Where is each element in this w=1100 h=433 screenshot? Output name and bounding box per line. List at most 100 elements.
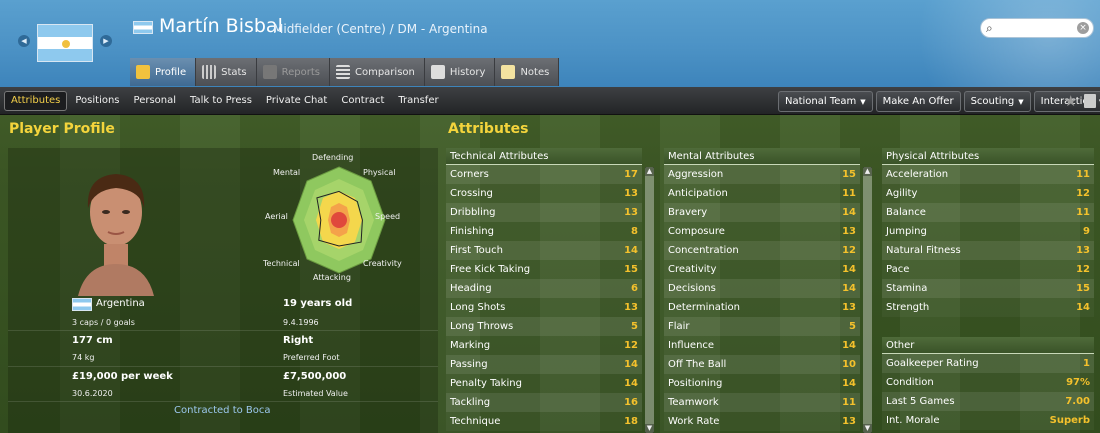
attribute-row[interactable]: Goalkeeper Rating 1: [882, 354, 1094, 373]
attribute-row[interactable]: Teamwork 11: [664, 393, 860, 412]
argentina-flag-icon: [37, 24, 93, 62]
attribute-row[interactable]: Marking 12: [446, 336, 642, 355]
subnav-talk-to-press[interactable]: Talk to Press: [184, 91, 258, 111]
attribute-name: Free Kick Taking: [450, 264, 531, 275]
radar-label-technical: Technical: [263, 259, 300, 268]
nationality-flag-icon: [72, 298, 92, 311]
tab-history[interactable]: History: [424, 58, 496, 86]
attribute-row[interactable]: Heading 6: [446, 279, 642, 298]
preferred-foot: Right: [283, 335, 314, 346]
radar-label-aerial: Aerial: [265, 212, 288, 221]
attribute-row[interactable]: Concentration 12: [664, 241, 860, 260]
attribute-row[interactable]: Pace 12: [882, 260, 1094, 279]
attribute-row[interactable]: Aggression 15: [664, 165, 860, 184]
attribute-row[interactable]: Last 5 Games 7.00: [882, 392, 1094, 411]
make-an-offer-button[interactable]: Make An Offer: [875, 91, 961, 112]
attribute-row[interactable]: Natural Fitness 13: [882, 241, 1094, 260]
tab-notes[interactable]: Notes: [495, 58, 560, 86]
tab-stats[interactable]: Stats: [196, 58, 257, 86]
attribute-row[interactable]: Strength 14: [882, 298, 1094, 317]
history-icon: [430, 65, 445, 79]
clear-search-icon[interactable]: ×: [1077, 22, 1089, 34]
subnav-private-chat[interactable]: Private Chat: [260, 91, 333, 111]
attribute-row[interactable]: Agility 12: [882, 184, 1094, 203]
attribute-name: Agility: [886, 188, 918, 199]
tab-reports[interactable]: Reports: [256, 58, 330, 86]
attribute-name: Strength: [886, 302, 930, 313]
attribute-value: 13: [842, 226, 856, 237]
contract-expiry: 30.6.2020: [72, 389, 113, 398]
scroll-up-icon[interactable]: ▲: [863, 167, 872, 176]
attribute-row[interactable]: Work Rate 13: [664, 412, 860, 431]
attribute-row[interactable]: Jumping 9: [882, 222, 1094, 241]
subnav-attributes[interactable]: Attributes: [4, 91, 68, 111]
attribute-row[interactable]: Creativity 14: [664, 260, 860, 279]
subnav-personal[interactable]: Personal: [128, 91, 183, 111]
attribute-row[interactable]: Free Kick Taking 15: [446, 260, 642, 279]
attribute-name: Long Shots: [450, 302, 506, 313]
attribute-row[interactable]: Condition 97%: [882, 373, 1094, 392]
subnav-transfer[interactable]: Transfer: [392, 91, 444, 111]
attribute-value: 13: [624, 207, 638, 218]
attribute-row[interactable]: Penalty Taking 14: [446, 374, 642, 393]
attribute-value: 11: [842, 397, 856, 408]
nationality[interactable]: Argentina: [96, 298, 145, 309]
forward-arrow-icon[interactable]: ▶: [100, 35, 112, 47]
technical-scrollbar[interactable]: ▲ ▼: [645, 167, 654, 433]
scroll-up-icon[interactable]: ▲: [645, 167, 654, 176]
back-arrow-icon[interactable]: ◀: [18, 35, 30, 47]
attribute-row[interactable]: Acceleration 11: [882, 165, 1094, 184]
tab-comparison[interactable]: Comparison: [329, 58, 425, 86]
scroll-down-icon[interactable]: ▼: [863, 424, 872, 433]
attribute-value: 9: [1083, 226, 1090, 237]
subnav-positions[interactable]: Positions: [69, 91, 125, 111]
attribute-row[interactable]: Determination 13: [664, 298, 860, 317]
divider: [8, 401, 438, 402]
attribute-row[interactable]: First Touch 14: [446, 241, 642, 260]
attribute-name: Crossing: [450, 188, 493, 199]
attribute-row[interactable]: Dribbling 13: [446, 203, 642, 222]
attribute-row[interactable]: Corners 17: [446, 165, 642, 184]
attribute-row[interactable]: Influence 14: [664, 336, 860, 355]
estimated-value-label: Estimated Value: [283, 389, 348, 398]
attribute-row[interactable]: Tackling 16: [446, 393, 642, 412]
attribute-row[interactable]: Stamina 15: [882, 279, 1094, 298]
attribute-name: Creativity: [668, 264, 717, 275]
attribute-name: Technique: [450, 416, 501, 427]
attribute-row[interactable]: Flair 5: [664, 317, 860, 336]
attribute-row[interactable]: Passing 14: [446, 355, 642, 374]
star-icon[interactable]: ★: [1064, 92, 1077, 110]
print-icon[interactable]: [1084, 94, 1096, 108]
national-team-dropdown[interactable]: National Team ▼: [778, 91, 873, 112]
attribute-name: Long Throws: [450, 321, 514, 332]
search-input[interactable]: ⌕ ×: [980, 18, 1094, 38]
attribute-row[interactable]: Balance 11: [882, 203, 1094, 222]
attribute-row[interactable]: Crossing 13: [446, 184, 642, 203]
attribute-name: Off The Ball: [668, 359, 727, 370]
attribute-row[interactable]: Int. Morale Superb: [882, 411, 1094, 430]
attribute-name: Teamwork: [668, 397, 719, 408]
attribute-row[interactable]: Long Shots 13: [446, 298, 642, 317]
attribute-name: Bravery: [668, 207, 708, 218]
attribute-row[interactable]: Long Throws 5: [446, 317, 642, 336]
tab-profile[interactable]: Profile: [130, 58, 197, 86]
contracted-to-link[interactable]: Contracted to Boca: [174, 405, 271, 416]
attribute-row[interactable]: Finishing 8: [446, 222, 642, 241]
attribute-name: Balance: [886, 207, 926, 218]
mental-attributes-table: Mental Attributes Aggression 15 Anticipati…: [664, 148, 860, 431]
scroll-down-icon[interactable]: ▼: [645, 424, 654, 433]
attribute-row[interactable]: Bravery 14: [664, 203, 860, 222]
scouting-dropdown[interactable]: Scouting ▼: [963, 91, 1031, 112]
attribute-name: Last 5 Games: [886, 396, 955, 407]
attribute-row[interactable]: Technique 18: [446, 412, 642, 431]
attribute-value: 1: [1083, 358, 1090, 369]
comparison-icon: [335, 65, 350, 79]
attribute-row[interactable]: Positioning 14: [664, 374, 860, 393]
player-profile-title: Player Profile: [9, 121, 115, 137]
attribute-row[interactable]: Composure 13: [664, 222, 860, 241]
subnav-contract[interactable]: Contract: [335, 91, 390, 111]
mental-scrollbar[interactable]: ▲ ▼: [863, 167, 872, 433]
attribute-row[interactable]: Decisions 14: [664, 279, 860, 298]
attribute-row[interactable]: Anticipation 11: [664, 184, 860, 203]
attribute-row[interactable]: Off The Ball 10: [664, 355, 860, 374]
